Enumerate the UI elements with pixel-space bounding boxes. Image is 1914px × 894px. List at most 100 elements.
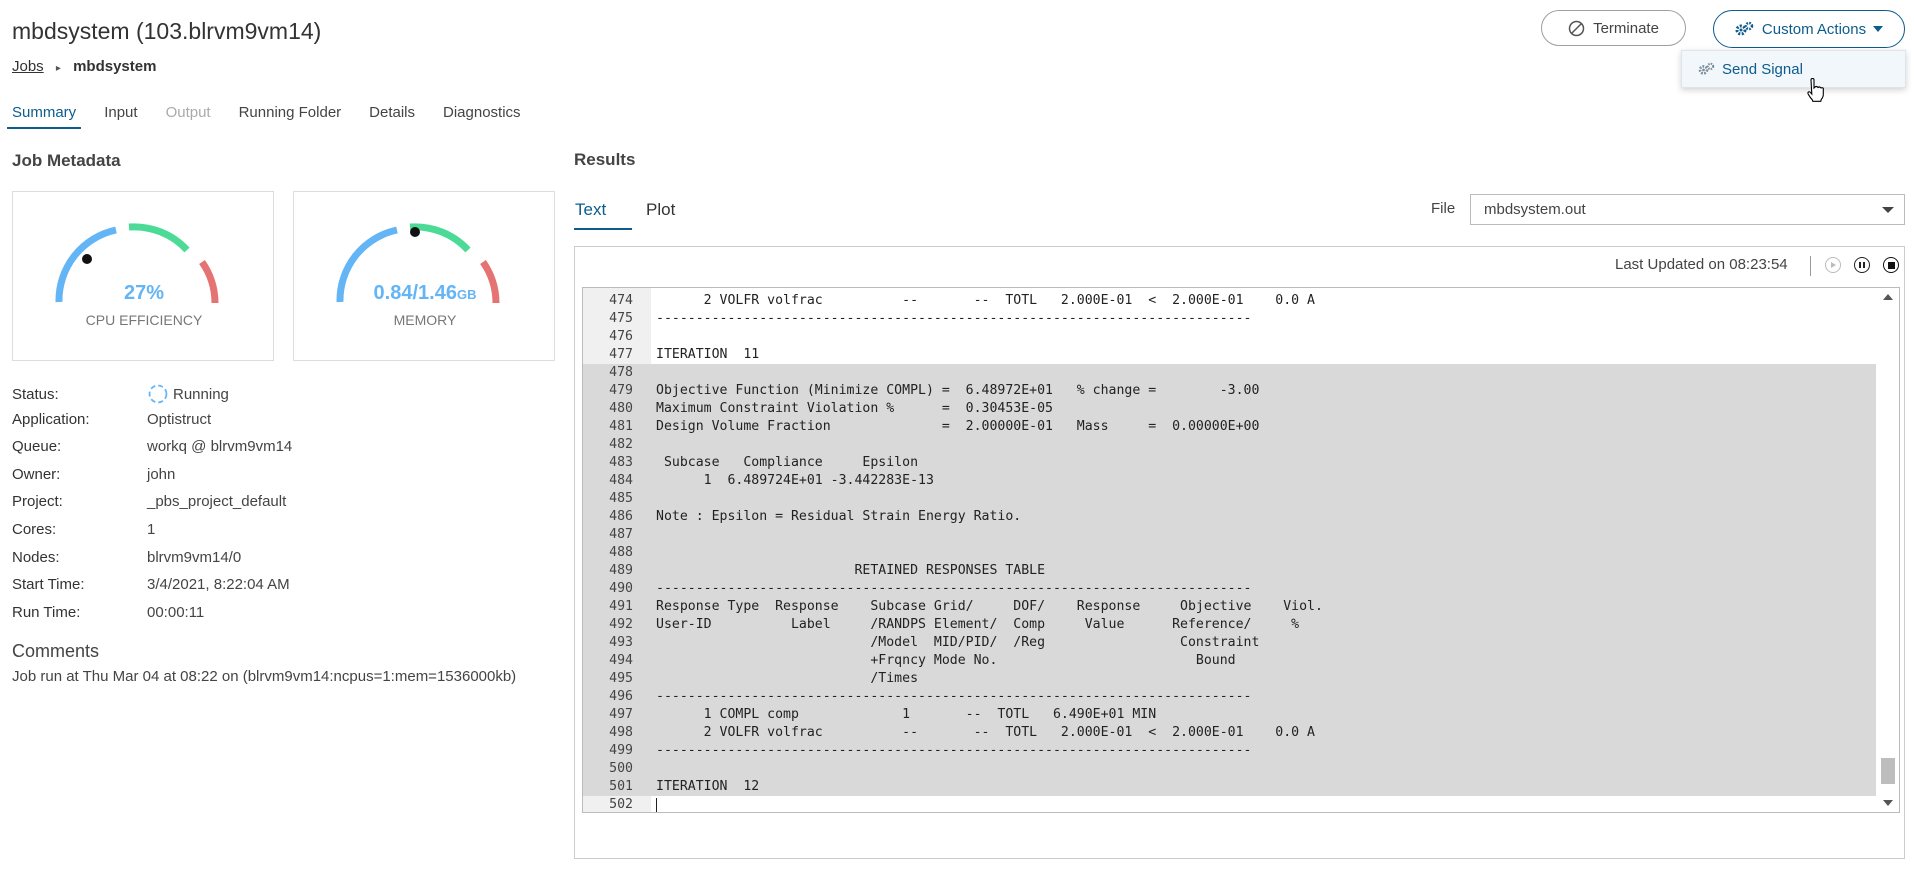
- breadcrumb: Jobs ▸ mbdsystem: [12, 58, 156, 75]
- line-text: 2 VOLFR volfrac -- -- TOTL 2.000E-01 < 2…: [656, 725, 1315, 740]
- results-tab-text-underline: [574, 228, 632, 230]
- line-number: 487: [583, 526, 633, 544]
- line-number: 498: [583, 724, 633, 742]
- comments-text: Job run at Thu Mar 04 at 08:22 on (blrvm…: [12, 668, 517, 685]
- line-text: ----------------------------------------…: [656, 311, 1252, 326]
- output-line: 502: [583, 796, 1876, 812]
- output-line: 484 1 6.489724E+01 -3.442283E-13: [583, 472, 1876, 490]
- output-line: 500: [583, 760, 1876, 778]
- chevron-down-icon: [1882, 207, 1894, 213]
- line-number: 494: [583, 652, 633, 670]
- breadcrumb-jobs-link[interactable]: Jobs: [12, 58, 44, 75]
- line-text: 2 VOLFR volfrac -- -- TOTL 2.000E-01 < 2…: [656, 293, 1315, 308]
- stop-icon[interactable]: [1883, 257, 1899, 273]
- comments-title: Comments: [12, 641, 100, 661]
- line-number: 477: [609, 347, 633, 362]
- tab-diagnostics[interactable]: Diagnostics: [443, 104, 521, 129]
- line-number: 482: [583, 436, 633, 454]
- output-line: 496 -------------------------------------…: [583, 688, 1876, 706]
- metadata-row: Owner: john: [12, 466, 175, 483]
- line-text: /Model MID/PID/ /Reg Constraint: [656, 635, 1260, 650]
- output-line: 494 +Frqncy Mode No. Bound: [583, 652, 1876, 670]
- output-line: 482: [583, 436, 1876, 454]
- line-number: 476: [609, 329, 633, 344]
- metadata-key: Cores:: [12, 521, 57, 538]
- job-metadata-title: Job Metadata: [12, 151, 121, 170]
- metadata-key: Queue:: [12, 438, 62, 456]
- output-line: 479 Objective Function (Minimize COMPL) =…: [583, 382, 1876, 400]
- tab-input[interactable]: Input: [104, 104, 137, 129]
- output-line: 499 -------------------------------------…: [583, 742, 1876, 760]
- metadata-key: Application:: [12, 410, 90, 428]
- play-icon[interactable]: [1825, 257, 1841, 273]
- metadata-value: _pbs_project_default: [147, 493, 287, 511]
- line-number: 489: [583, 562, 633, 580]
- output-line: 474 2 VOLFR volfrac -- -- TOTL 2.000E-01…: [583, 292, 1876, 310]
- results-tab-plot[interactable]: Plot: [646, 200, 675, 220]
- line-number: 493: [583, 634, 633, 652]
- line-number: 499: [583, 742, 633, 760]
- metadata-row: Project: _pbs_project_default: [12, 493, 286, 510]
- metadata-key: Status:: [12, 386, 59, 403]
- metadata-key: Run Time:: [12, 603, 81, 621]
- results-tab-text[interactable]: Text: [575, 200, 606, 220]
- tab-output: Output: [165, 104, 211, 121]
- line-text: Response Type Response Subcase Grid/ DOF…: [656, 599, 1323, 614]
- metadata-row: Nodes: blrvm9vm14/0: [12, 549, 241, 566]
- controls-divider: [1810, 256, 1811, 276]
- line-text: ----------------------------------------…: [656, 689, 1252, 704]
- line-number: 485: [583, 490, 633, 508]
- line-text: Design Volume Fraction = 2.00000E-01 Mas…: [656, 419, 1260, 434]
- output-line: 481 Design Volume Fraction = 2.00000E-01 …: [583, 418, 1876, 436]
- cpu-efficiency-label: CPU EFFICIENCY: [85, 312, 203, 328]
- output-line: 488: [583, 544, 1876, 562]
- line-text: Objective Function (Minimize COMPL) = 6.…: [656, 383, 1260, 398]
- line-text: +Frqncy Mode No. Bound: [656, 653, 1236, 668]
- output-line: 495 /Times: [583, 670, 1876, 688]
- file-select[interactable]: mbdsystem.out: [1470, 194, 1905, 225]
- metadata-value: 1: [147, 521, 156, 538]
- custom-actions-menu: Send Signal: [1681, 50, 1906, 88]
- tab-running-folder[interactable]: Running Folder: [239, 104, 342, 129]
- metadata-row: Start Time: 3/4/2021, 8:22:04 AM: [12, 576, 290, 593]
- line-text: /Times: [656, 671, 919, 686]
- tab-details[interactable]: Details: [369, 104, 415, 129]
- metadata-key: Start Time:: [12, 576, 85, 594]
- caret-down-icon: [1873, 26, 1884, 32]
- breadcrumb-current: mbdsystem: [73, 58, 157, 75]
- custom-actions-button[interactable]: Custom Actions: [1713, 10, 1905, 48]
- text-caret: [656, 798, 657, 812]
- line-number: 483: [583, 454, 633, 472]
- send-signal-menu-item[interactable]: Send Signal: [1682, 51, 1905, 87]
- metadata-value: Optistruct: [147, 410, 212, 428]
- custom-actions-label: Custom Actions: [1761, 20, 1867, 38]
- tab-summary[interactable]: Summary: [6, 104, 82, 129]
- line-number: 484: [583, 472, 633, 490]
- line-text: Subcase Compliance Epsilon: [656, 455, 919, 470]
- line-number: 496: [583, 688, 633, 706]
- file-select-value: mbdsystem.out: [1484, 201, 1586, 218]
- vertical-scrollbar[interactable]: [1877, 288, 1899, 812]
- metadata-row: Application: Optistruct: [12, 411, 211, 428]
- cpu-efficiency-gauge: 27% CPU EFFICIENCY: [12, 191, 274, 361]
- metadata-row: Status: Running: [12, 383, 229, 405]
- output-text-viewer[interactable]: 474 2 VOLFR volfrac -- -- TOTL 2.000E-01…: [582, 287, 1900, 813]
- output-line: 485: [583, 490, 1876, 508]
- scrollbar-thumb[interactable]: [1881, 758, 1895, 784]
- output-line: 487: [583, 526, 1876, 544]
- output-line: 477 ITERATION 11: [583, 346, 1876, 364]
- pause-icon[interactable]: [1854, 257, 1870, 273]
- terminate-button[interactable]: Terminate: [1541, 10, 1686, 46]
- line-text: 1 6.489724E+01 -3.442283E-13: [656, 473, 934, 488]
- line-text: RETAINED RESPONSES TABLE: [656, 563, 1046, 578]
- file-label: File: [1431, 200, 1456, 217]
- metadata-row: Run Time: 00:00:11: [12, 604, 204, 621]
- metadata-value: blrvm9vm14/0: [147, 548, 242, 566]
- output-line: 490 -------------------------------------…: [583, 580, 1876, 598]
- line-text: 1 COMPL comp 1 -- TOTL 6.490E+01 MIN: [656, 707, 1157, 722]
- metadata-key: Owner:: [12, 465, 61, 483]
- line-number: 479: [583, 382, 633, 400]
- memory-gauge-needle: [410, 227, 420, 237]
- metadata-value: workq @ blrvm9vm14: [147, 438, 293, 456]
- terminate-label: Terminate: [1593, 19, 1659, 37]
